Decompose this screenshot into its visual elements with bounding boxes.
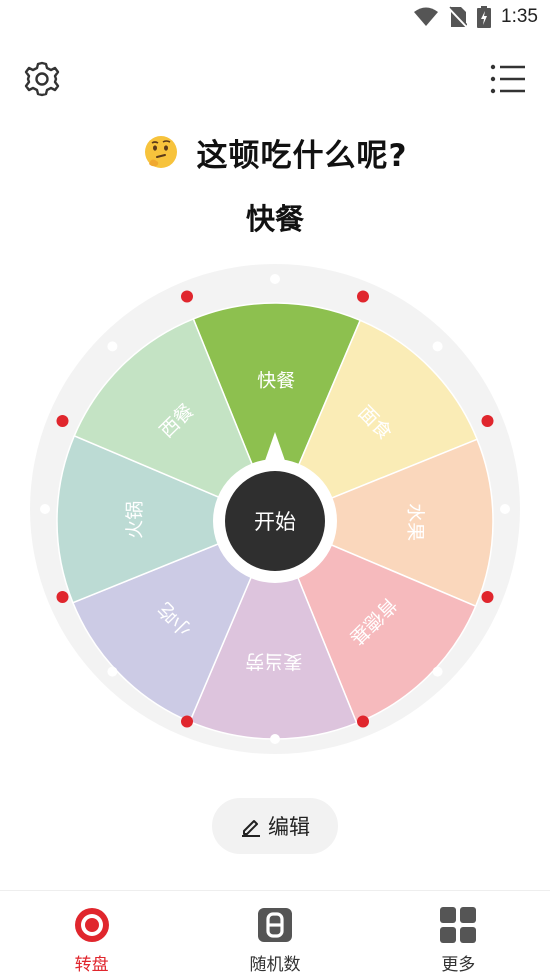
result-label: 快餐 xyxy=(245,202,304,236)
list-icon xyxy=(490,64,525,94)
rim-dot-white xyxy=(432,666,443,677)
bottom-nav: 转盘 随机数 更多 xyxy=(0,890,550,979)
wheel-icon xyxy=(74,908,109,942)
status-time: 1:35 xyxy=(501,6,538,27)
nav-item-more[interactable]: 更多 xyxy=(367,891,550,979)
page-title: 这顿吃什么呢? xyxy=(196,137,408,174)
title-row: 这顿吃什么呢? xyxy=(0,128,550,176)
no-sim-icon xyxy=(449,6,468,28)
rim-dot-red xyxy=(481,415,494,427)
wheel-segment-label: 麦当劳 xyxy=(245,650,302,672)
rim-dot-red xyxy=(56,591,69,603)
app-screen: 1:35 这顿吃什么呢? 快餐 快餐 面食 水果 肯德基 麦当劳 小吃 火锅 西… xyxy=(0,0,550,979)
rim-dot-red xyxy=(56,415,69,427)
rim-dot-white xyxy=(270,274,280,284)
nav-item-random-number[interactable]: 随机数 xyxy=(183,891,366,979)
rim-dot-red xyxy=(181,715,193,728)
rim-dot-white xyxy=(432,341,443,352)
dice-icon xyxy=(257,908,292,942)
thinking-face-icon xyxy=(144,136,177,168)
list-menu-button[interactable] xyxy=(486,57,530,101)
rim-dot-white xyxy=(500,504,510,514)
wheel-segment-label: 火锅 xyxy=(124,501,146,539)
nav-label-random-number: 随机数 xyxy=(249,955,301,975)
wheel-canvas: 快餐面食水果肯德基麦当劳小吃火锅西餐 开始 xyxy=(30,264,520,754)
wheel-segment-label: 水果 xyxy=(404,503,426,541)
nav-item-wheel[interactable]: 转盘 xyxy=(0,891,183,979)
rim-dot-white xyxy=(40,504,50,514)
nav-label-wheel: 转盘 xyxy=(74,955,109,975)
start-button[interactable]: 开始 xyxy=(225,471,325,571)
rim-dot-red xyxy=(357,290,369,303)
rim-dot-white xyxy=(107,666,118,677)
rim-dot-red xyxy=(181,290,193,303)
spin-wheel: 快餐 面食 水果 肯德基 麦当劳 小吃 火锅 西餐 开始 xyxy=(30,264,520,754)
nav-label-more: 更多 xyxy=(441,955,476,975)
status-bar: 1:35 xyxy=(0,0,550,38)
rim-dot-white xyxy=(107,341,118,352)
wifi-icon xyxy=(414,7,439,26)
settings-button[interactable] xyxy=(20,57,64,101)
rim-dot-red xyxy=(481,591,494,603)
gear-icon xyxy=(24,61,60,97)
edit-button[interactable]: 编辑 xyxy=(212,798,338,854)
start-button-label: 开始 xyxy=(254,510,296,534)
wheel-segment-label: 快餐 xyxy=(257,370,295,392)
status-icons: 1:35 xyxy=(413,6,538,28)
rim-dot-red xyxy=(357,715,369,728)
pencil-icon xyxy=(242,820,260,837)
rim-dot-white xyxy=(270,734,280,744)
battery-charging-icon xyxy=(477,6,492,28)
grid-icon xyxy=(440,907,477,943)
edit-button-label: 编辑 xyxy=(268,815,310,839)
